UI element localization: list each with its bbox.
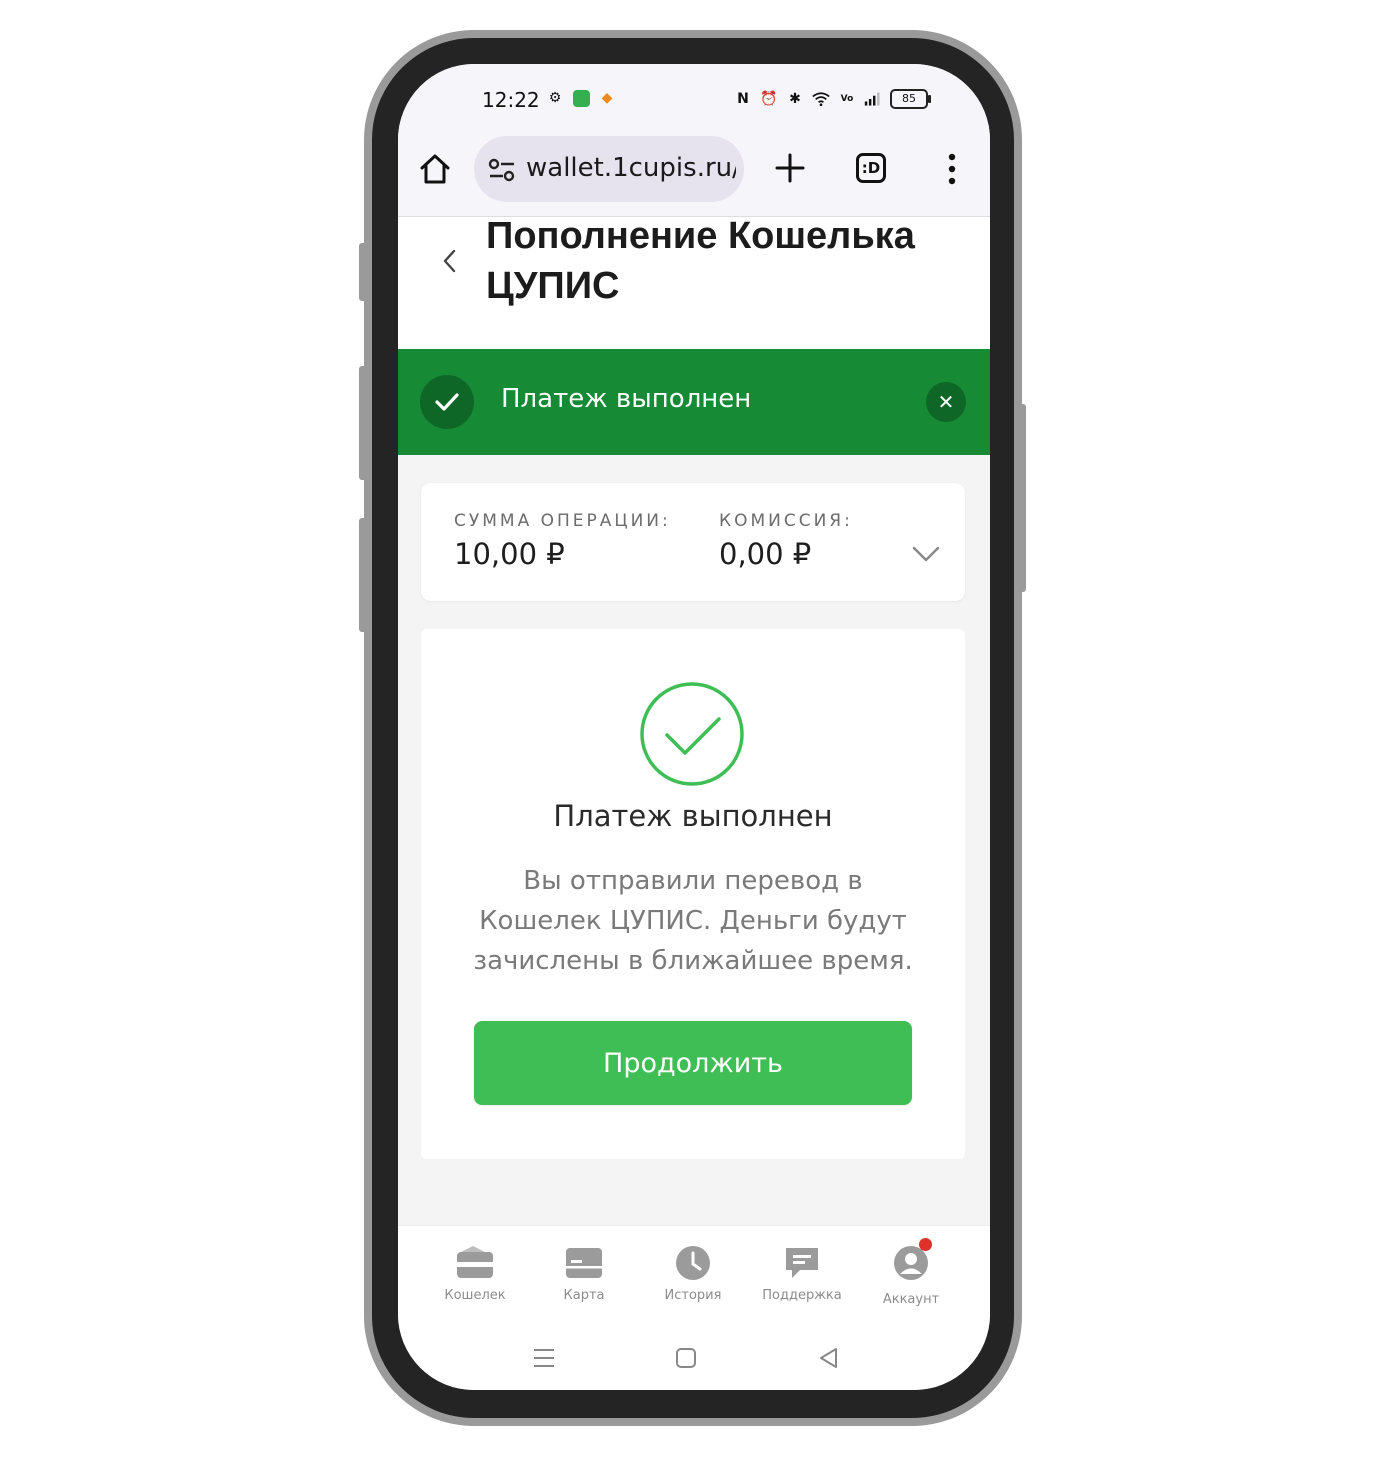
- volte-icon: Vo: [840, 94, 854, 104]
- home-icon[interactable]: [418, 152, 452, 186]
- banner-close-icon[interactable]: ✕: [926, 382, 966, 422]
- nav-label-history: История: [664, 1288, 722, 1303]
- new-tab-icon[interactable]: [774, 152, 806, 184]
- success-check-icon: [640, 682, 744, 786]
- recent-apps-icon[interactable]: [531, 1345, 557, 1371]
- alarm-icon: ⏰: [760, 91, 778, 107]
- amount-label: СУММА ОПЕРАЦИИ:: [454, 511, 671, 531]
- site-settings-icon[interactable]: [488, 156, 516, 184]
- system-navigation-bar: [398, 1323, 990, 1390]
- clock-icon: [676, 1246, 710, 1280]
- nav-label-support: Поддержка: [762, 1288, 842, 1303]
- commission-label: КОМИССИЯ:: [719, 511, 853, 531]
- back-button-icon[interactable]: [816, 1345, 842, 1371]
- app-green-icon: [572, 89, 590, 107]
- card-icon: [566, 1248, 602, 1278]
- browser-toolbar: wallet.1cupis.ru/re :D: [398, 136, 990, 217]
- phone-screen: 12:22 ⚙ ◆ N ⏰ ✱ Vo 85 wallet.1cupis.ru:…: [398, 64, 990, 1390]
- amount-value: 10,00 ₽: [454, 537, 565, 571]
- bottom-navigation: Кошелек Карта История Поддержка Аккаунт: [398, 1225, 990, 1324]
- address-bar[interactable]: wallet.1cupis.ru/re: [474, 136, 744, 202]
- nav-label-account: Аккаунт: [882, 1292, 940, 1307]
- notification-dot: [919, 1238, 932, 1251]
- operation-summary-card[interactable]: СУММА ОПЕРАЦИИ: 10,00 ₽ КОМИССИЯ: 0,00 ₽: [421, 483, 965, 601]
- status-bar: 12:22 ⚙ ◆ N ⏰ ✱ Vo 85: [398, 64, 990, 136]
- page-header: Пополнение Кошелька ЦУПИС: [398, 215, 990, 349]
- signal-icon: [864, 90, 882, 108]
- banner-check-icon: [420, 375, 474, 429]
- main-content: СУММА ОПЕРАЦИИ: 10,00 ₽ КОМИССИЯ: 0,00 ₽…: [398, 455, 990, 1225]
- nav-item-history[interactable]: История: [638, 1244, 748, 1303]
- banner-text: Платеж выполнен: [501, 384, 752, 414]
- url-text[interactable]: wallet.1cupis.ru/re: [526, 153, 736, 183]
- wallet-icon: [457, 1246, 493, 1278]
- nav-item-account[interactable]: Аккаунт: [856, 1238, 966, 1307]
- nav-label-card: Карта: [563, 1288, 605, 1303]
- tab-switcher-button[interactable]: :D: [856, 153, 886, 183]
- success-banner: Платеж выполнен ✕: [398, 349, 990, 455]
- battery-icon: 85: [890, 89, 931, 109]
- status-icons-right: N ⏰ ✱ Vo 85: [734, 89, 931, 109]
- commission-value: 0,00 ₽: [719, 537, 812, 571]
- nav-label-wallet: Кошелек: [444, 1288, 506, 1303]
- settings-gear-icon: ⚙: [548, 90, 562, 106]
- status-icons-left: ⚙ ◆: [546, 89, 616, 107]
- status-time: 12:22: [482, 88, 540, 112]
- nav-item-wallet[interactable]: Кошелек: [420, 1244, 530, 1303]
- bluetooth-icon: ✱: [789, 91, 801, 107]
- page-title: Пополнение Кошелька ЦУПИС: [486, 215, 915, 307]
- wifi-icon: [812, 90, 830, 108]
- chevron-down-icon[interactable]: [911, 543, 941, 565]
- continue-button[interactable]: Продолжить: [474, 1021, 912, 1105]
- result-title: Платеж выполнен: [553, 799, 833, 833]
- home-button-icon[interactable]: [673, 1345, 699, 1371]
- nfc-icon: N: [737, 91, 749, 107]
- result-description: Вы отправили перевод в Кошелек ЦУПИС. Де…: [473, 866, 913, 976]
- app-orange-icon: ◆: [601, 90, 613, 106]
- payment-result-card: Платеж выполнен Вы отправили перевод в К…: [421, 629, 965, 1159]
- more-menu-icon[interactable]: [946, 152, 958, 186]
- chat-icon: [786, 1248, 818, 1278]
- back-chevron-icon[interactable]: [438, 243, 460, 279]
- nav-item-card[interactable]: Карта: [529, 1244, 639, 1303]
- nav-item-support[interactable]: Поддержка: [747, 1244, 857, 1303]
